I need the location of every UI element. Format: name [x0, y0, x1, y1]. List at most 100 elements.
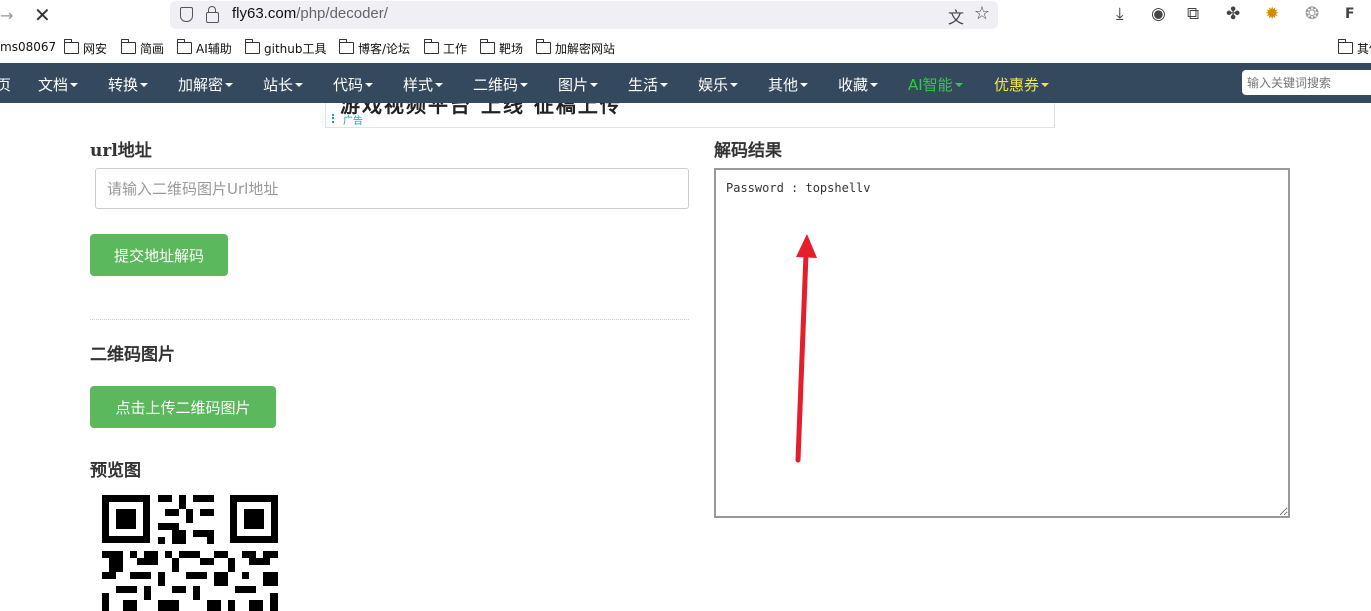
nav-item-crypto[interactable]: 加解密 [178, 74, 234, 95]
ad-banner[interactable]: 游戏视频平台 上线 征稿上传 广告 [325, 103, 1055, 128]
bookmark-label: 其他 [1357, 42, 1371, 56]
qr-image-label: 二维码图片 [90, 345, 175, 365]
folder-icon [424, 39, 439, 54]
nav-label: 样式 [403, 76, 434, 94]
bookmark-label: 加解密网站 [555, 42, 616, 56]
bookmark-label: 工作 [443, 42, 468, 56]
nav-label: AI智能 [908, 76, 953, 94]
caret-down-icon [730, 83, 739, 87]
nav-label: 加解密 [178, 76, 224, 94]
extensions-icon[interactable]: ⧉ [1187, 4, 1199, 24]
translate-icon[interactable]: 文 [948, 4, 964, 28]
bookmark-label: AI辅助 [196, 42, 232, 56]
bookmarks-bar: ms08067 网安 简画 AI辅助 github工具 博客/论坛 工作 靶场 … [0, 36, 1371, 60]
bookmark-folder[interactable]: 网安 [64, 39, 108, 57]
folder-icon [339, 39, 354, 54]
nav-item-webmaster[interactable]: 站长 [263, 74, 304, 95]
folder-icon [177, 39, 192, 54]
browser-toolbar: → ✕ fly63.com/php/decoder/ 文 ☆ ⤓ ◉ ⧉ ✤ ✹… [0, 0, 1371, 30]
upload-qr-image-button[interactable]: 点击上传二维码图片 [90, 386, 276, 428]
account-icon[interactable]: ◉ [1151, 4, 1166, 24]
folder-icon [64, 39, 79, 54]
bookmark-folder[interactable]: 加解密网站 [536, 39, 616, 57]
nav-label: 转换 [108, 76, 139, 94]
nav-item-convert[interactable]: 转换 [108, 74, 149, 95]
bookmark-label: 靶场 [499, 42, 524, 56]
extension-ff-icon[interactable]: F [1345, 6, 1355, 22]
bookmark-folder[interactable]: github工具 [245, 39, 327, 57]
nav-label: 娱乐 [698, 76, 729, 94]
url-host: fly63.com [232, 5, 297, 22]
nav-item-docs[interactable]: 文档 [38, 74, 79, 95]
nav-item-home[interactable]: 页 [0, 74, 11, 95]
caret-down-icon [1041, 83, 1050, 87]
nav-label: 其他 [768, 76, 799, 94]
nav-label: 收藏 [838, 76, 869, 94]
url-label: url地址 [90, 141, 152, 161]
bookmark-folder[interactable]: 简画 [121, 39, 165, 57]
caret-down-icon [365, 83, 374, 87]
nav-label: 页 [0, 76, 12, 94]
nav-item-style[interactable]: 样式 [403, 74, 444, 95]
lock-icon[interactable] [206, 6, 219, 23]
nav-item-code[interactable]: 代码 [333, 74, 374, 95]
url-text[interactable]: fly63.com/php/decoder/ [232, 5, 388, 22]
section-divider [90, 319, 689, 320]
site-search-input[interactable] [1242, 70, 1371, 95]
bookmark-folder-other[interactable]: 其他 [1338, 39, 1371, 57]
extension-swirl-icon[interactable]: ❂ [1305, 4, 1319, 24]
ad-label: 广告 [343, 116, 363, 127]
caret-down-icon [70, 83, 79, 87]
nav-item-other[interactable]: 其他 [768, 74, 809, 95]
nav-label: 文档 [38, 76, 69, 94]
download-icon[interactable]: ⤓ [1116, 4, 1124, 24]
folder-icon [121, 39, 136, 54]
ad-text: 游戏视频平台 上线 征稿上传 [340, 103, 622, 117]
caret-down-icon [295, 83, 304, 87]
caret-down-icon [954, 83, 963, 87]
nav-item-ai[interactable]: AI智能 [908, 74, 963, 95]
nav-item-fun[interactable]: 娱乐 [698, 74, 739, 95]
nav-item-life[interactable]: 生活 [628, 74, 669, 95]
site-nav-bar: 页 文档 转换 加解密 站长 代码 样式 二维码 图片 生活 娱乐 其他 收藏 … [0, 63, 1371, 103]
bookmark-folder[interactable]: AI辅助 [177, 39, 232, 57]
nav-item-qrcode[interactable]: 二维码 [473, 74, 529, 95]
bookmark-label: github工具 [264, 42, 327, 56]
decode-result-label: 解码结果 [714, 141, 782, 161]
folder-icon [480, 39, 495, 54]
folder-icon [536, 39, 551, 54]
nav-item-favorites[interactable]: 收藏 [838, 74, 879, 95]
caret-down-icon [590, 83, 599, 87]
bookmark-folder[interactable]: 靶场 [480, 39, 524, 57]
image-url-input[interactable] [95, 168, 689, 209]
extension-puzzle-icon[interactable]: ✤ [1226, 4, 1240, 24]
bookmark-folder[interactable]: 工作 [424, 39, 468, 57]
nav-label: 代码 [333, 76, 364, 94]
nav-item-images[interactable]: 图片 [558, 74, 599, 95]
qr-code-preview [102, 495, 278, 611]
bookmark-label: 网安 [83, 42, 108, 56]
nav-label: 优惠券 [994, 76, 1040, 94]
decode-result-textarea[interactable]: Password : topshellv [714, 168, 1290, 518]
nav-label: 图片 [558, 76, 589, 94]
forward-icon[interactable]: → [0, 6, 13, 25]
nav-item-coupons[interactable]: 优惠券 [994, 74, 1050, 95]
caret-down-icon [520, 83, 529, 87]
bookmark-folder[interactable]: 博客/论坛 [339, 39, 410, 57]
nav-label: 生活 [628, 76, 659, 94]
preview-label: 预览图 [90, 461, 141, 481]
bookmark-item[interactable]: ms08067 [0, 40, 56, 54]
stop-loading-icon[interactable]: ✕ [34, 3, 51, 27]
shield-icon[interactable] [180, 7, 193, 22]
bookmark-star-icon[interactable]: ☆ [974, 3, 990, 24]
bookmark-label: ms08067 [0, 40, 57, 54]
submit-url-decode-button[interactable]: 提交地址解码 [90, 234, 228, 276]
bookmark-label: 简画 [140, 42, 165, 56]
folder-icon [245, 39, 260, 54]
address-bar[interactable]: fly63.com/php/decoder/ 文 ☆ [170, 1, 998, 29]
caret-down-icon [800, 83, 809, 87]
extension-bee-icon[interactable]: ✹ [1265, 4, 1279, 24]
nav-label: 站长 [263, 76, 294, 94]
caret-down-icon [660, 83, 669, 87]
more-options-icon[interactable] [332, 114, 336, 123]
